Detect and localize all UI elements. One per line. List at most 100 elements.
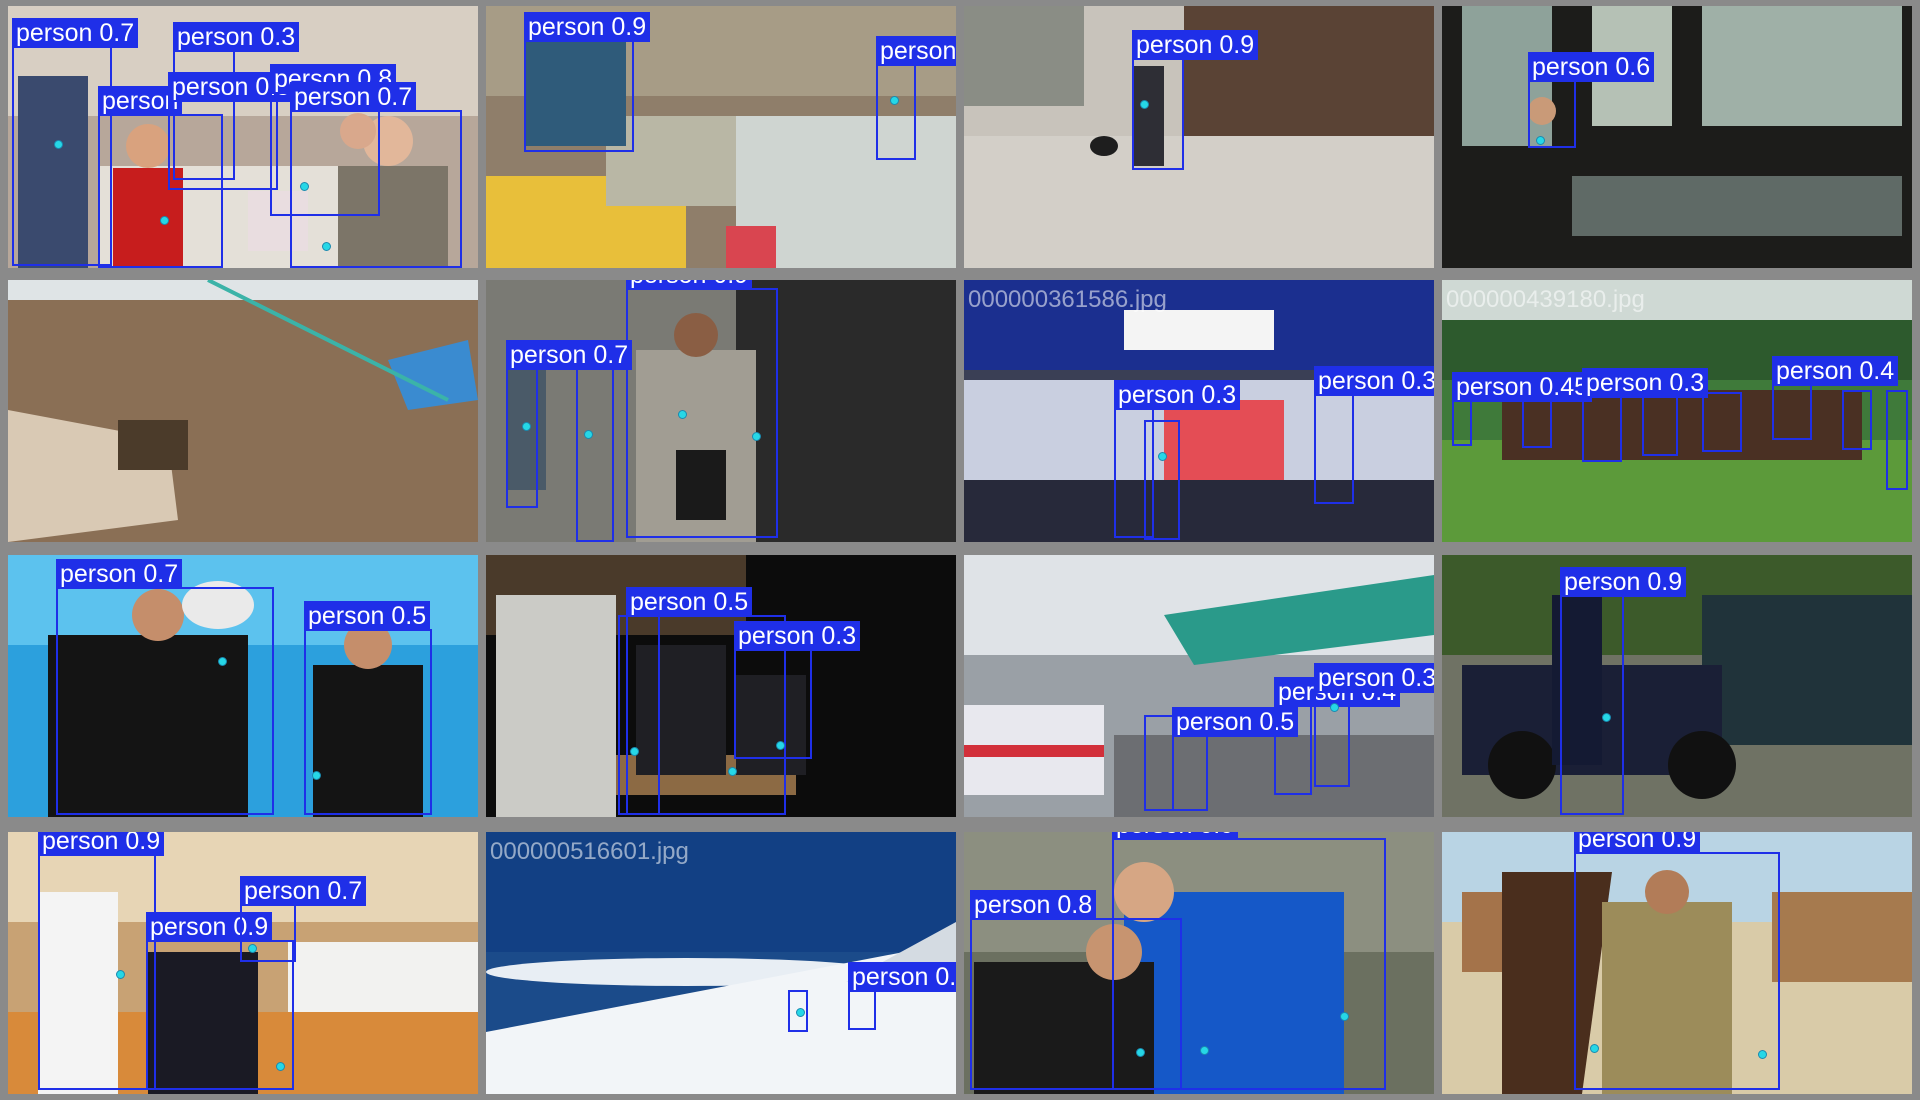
detection-box: person 0.7: [56, 559, 274, 815]
detection-box: person 0.9: [38, 832, 165, 1090]
detection-box: [1842, 390, 1872, 450]
keypoint: [1590, 1044, 1599, 1053]
detection-box: [1702, 392, 1742, 452]
tile-13: person 0.9 person 0.9 person 0.7: [8, 832, 478, 1094]
detection-box: person 0.3: [1314, 366, 1434, 504]
detection-label: person 0.9: [626, 280, 753, 290]
detection-label: person 0.3: [1314, 663, 1434, 693]
keypoint: [890, 96, 899, 105]
detection-box: [618, 615, 660, 815]
detection-label: person 0.6: [1528, 52, 1655, 82]
keypoint: [248, 944, 257, 953]
tile-14: 000000516601.jpg person 0.7: [486, 832, 956, 1094]
detection-box: person 0.5: [304, 601, 432, 815]
tile-7: 000000361586.jpg person 0.3 person 0.3: [964, 280, 1434, 542]
keypoint: [584, 430, 593, 439]
keypoint: [522, 422, 531, 431]
detection-label: person 0.9: [1574, 832, 1701, 854]
detection-box: person 0.4: [1274, 677, 1401, 795]
detection-box: person 0.9: [146, 912, 294, 1090]
tile-4-image: [1442, 6, 1912, 268]
tile-16: person 0.9: [1442, 832, 1912, 1094]
detection-label: person 0.9: [524, 12, 651, 42]
detection-box: person 0.9: [626, 280, 778, 538]
detection-box: person 0.5: [168, 72, 295, 190]
detection-box: person 0.3: [1582, 368, 1709, 462]
detection-box: [788, 990, 808, 1032]
keypoint: [776, 741, 785, 750]
detection-box: person 0.7: [12, 18, 139, 266]
keypoint: [312, 771, 321, 780]
detection-box: person 0.45: [1452, 372, 1593, 446]
keypoint: [796, 1008, 805, 1017]
keypoint: [1536, 136, 1545, 145]
tile-10: person 0.5 person 0.3: [486, 555, 956, 817]
keypoint: [1330, 703, 1339, 712]
tile-3: person 0.9: [964, 6, 1434, 268]
tile-9: person 0.7 person 0.5: [8, 555, 478, 817]
detection-box: [576, 368, 614, 542]
keypoint: [630, 747, 639, 756]
detection-label: person 0.4: [1772, 356, 1899, 386]
detection-box: [1886, 390, 1908, 490]
keypoint: [160, 216, 169, 225]
detection-box: person 0.4: [1772, 356, 1899, 440]
tile-5-image: [8, 280, 478, 542]
detection-box: person 0.6: [1528, 52, 1655, 148]
detection-box: [1144, 715, 1174, 811]
keypoint: [276, 1062, 285, 1071]
detection-box: person 0.7: [290, 82, 462, 268]
detection-label: person 0.9: [1560, 567, 1687, 597]
detection-box: person 0.3: [734, 621, 861, 759]
detection-label: person 0.4: [876, 36, 956, 66]
detection-label: person 0.8: [970, 890, 1097, 920]
detection-box: [1144, 420, 1180, 540]
detection-box: person 0.9: [1132, 30, 1259, 170]
keypoint: [54, 140, 63, 149]
tile-8: 000000439180.jpg person 0.45 person 0.3 …: [1442, 280, 1912, 542]
detection-box: person 0.9: [1574, 832, 1780, 1090]
keypoint: [1602, 713, 1611, 722]
detection-box: person 0.7: [506, 340, 633, 508]
detection-label: person 0.5: [626, 587, 753, 617]
tile-11: person 0.5 person 0.4 person 0.3: [964, 555, 1434, 817]
mosaic-grid: person 0.7 person 0.3 person person 0.5 …: [0, 0, 1920, 1100]
detection-box: [1642, 390, 1678, 456]
tile-6: person 0.9 person 0.7: [486, 280, 956, 542]
keypoint: [1340, 1012, 1349, 1021]
detection-box: person 0.7: [848, 962, 956, 1030]
detection-box: person 0.9: [524, 12, 651, 152]
tile-7-image: [964, 280, 1434, 542]
detection-label: person 0.3: [1314, 366, 1434, 396]
keypoint: [1136, 1048, 1145, 1057]
tile-12: person 0.9: [1442, 555, 1912, 817]
keypoint: [1158, 452, 1167, 461]
keypoint: [1200, 1046, 1209, 1055]
detection-label: person 0.7: [848, 962, 956, 992]
keypoint: [1140, 100, 1149, 109]
keypoint: [728, 767, 737, 776]
detection-box: person 0.8: [970, 890, 1182, 1090]
keypoint: [1758, 1050, 1767, 1059]
detection-label: person 0.3: [173, 22, 300, 52]
tile-15: person 0.9 person 0.8: [964, 832, 1434, 1094]
detection-label: person 0.7: [290, 82, 417, 112]
keypoint: [322, 242, 331, 251]
tile-5: [8, 280, 478, 542]
detection-label: person 0.7: [12, 18, 139, 48]
detection-label: person 0.9: [38, 832, 165, 856]
filename-text: 000000516601.jpg: [490, 838, 689, 865]
tile-1: person 0.7 person 0.3 person person 0.5 …: [8, 6, 478, 268]
detection-label: person 0.5: [304, 601, 431, 631]
detection-label: person 0.3: [1114, 380, 1241, 410]
keypoint: [218, 657, 227, 666]
detection-label: person 0.7: [506, 340, 633, 370]
detection-box: person 0.9: [1560, 567, 1687, 815]
detection-label: person 0.7: [240, 876, 367, 906]
filename-text: 000000439180.jpg: [1446, 286, 1645, 313]
tile-4: person 0.6: [1442, 6, 1912, 268]
keypoint: [678, 410, 687, 419]
tile-2: person 0.9 person 0.4: [486, 6, 956, 268]
keypoint: [116, 970, 125, 979]
keypoint: [752, 432, 761, 441]
